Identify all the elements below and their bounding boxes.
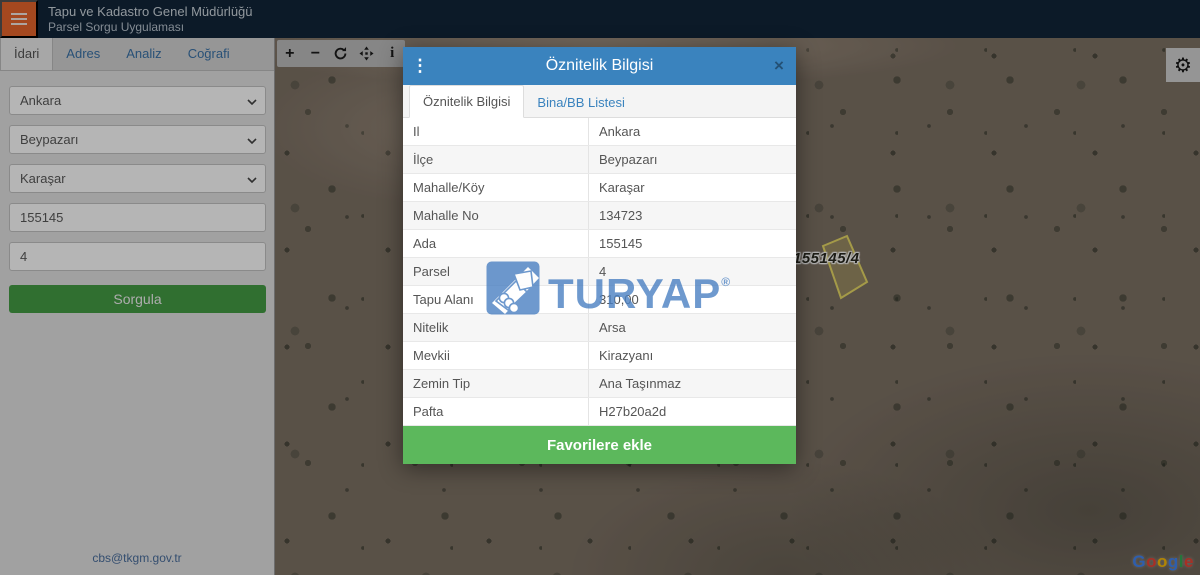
row-label: Mahalle No: [403, 202, 589, 229]
modal-tab[interactable]: Öznitelik Bilgisi: [409, 85, 524, 118]
table-row: Nitelik Arsa: [403, 314, 796, 342]
row-value: Beypazarı: [589, 146, 796, 173]
row-label: Parsel: [403, 258, 589, 285]
row-label: Tapu Alanı: [403, 286, 589, 313]
row-value: Kirazyanı: [589, 342, 796, 369]
modal-tab[interactable]: Bina/BB Listesi: [524, 87, 637, 118]
page: Tapu ve Kadastro Genel Müdürlüğü Parsel …: [0, 0, 1200, 575]
table-row: Tapu Alanı 310,00: [403, 286, 796, 314]
row-label: Mahalle/Köy: [403, 174, 589, 201]
table-row: Mahalle No 134723: [403, 202, 796, 230]
table-row: Mevkii Kirazyanı: [403, 342, 796, 370]
table-row: İlçe Beypazarı: [403, 146, 796, 174]
row-value: Karaşar: [589, 174, 796, 201]
row-label: Zemin Tip: [403, 370, 589, 397]
table-row: Mahalle/Köy Karaşar: [403, 174, 796, 202]
row-value: Ankara: [589, 118, 796, 145]
row-label: Il: [403, 118, 589, 145]
table-row: Parsel 4: [403, 258, 796, 286]
row-label: Mevkii: [403, 342, 589, 369]
row-label: İlçe: [403, 146, 589, 173]
table-row: Il Ankara: [403, 118, 796, 146]
row-value: H27b20a2d: [589, 398, 796, 425]
kebab-menu-icon[interactable]: ⋮: [403, 47, 437, 85]
row-value: 134723: [589, 202, 796, 229]
table-row: Zemin Tip Ana Taşınmaz: [403, 370, 796, 398]
modal-title: Öznitelik Bilgisi: [437, 57, 762, 75]
row-value: 310,00: [589, 286, 796, 313]
table-row: Pafta H27b20a2d: [403, 398, 796, 426]
modal-header: ⋮ Öznitelik Bilgisi ×: [403, 47, 796, 85]
attribute-info-modal: ⋮ Öznitelik Bilgisi × Öznitelik BilgisiB…: [403, 47, 796, 464]
row-label: Nitelik: [403, 314, 589, 341]
row-label: Ada: [403, 230, 589, 257]
row-value: Arsa: [589, 314, 796, 341]
row-label: Pafta: [403, 398, 589, 425]
row-value: 4: [589, 258, 796, 285]
row-value: Ana Taşınmaz: [589, 370, 796, 397]
row-value: 155145: [589, 230, 796, 257]
attribute-table: Il Ankara İlçe Beypazarı Mahalle/Köy Kar…: [403, 118, 796, 426]
table-row: Ada 155145: [403, 230, 796, 258]
close-icon[interactable]: ×: [762, 47, 796, 85]
add-to-favorites-button[interactable]: Favorilere ekle: [403, 426, 796, 464]
modal-tabs: Öznitelik BilgisiBina/BB Listesi: [403, 85, 796, 118]
